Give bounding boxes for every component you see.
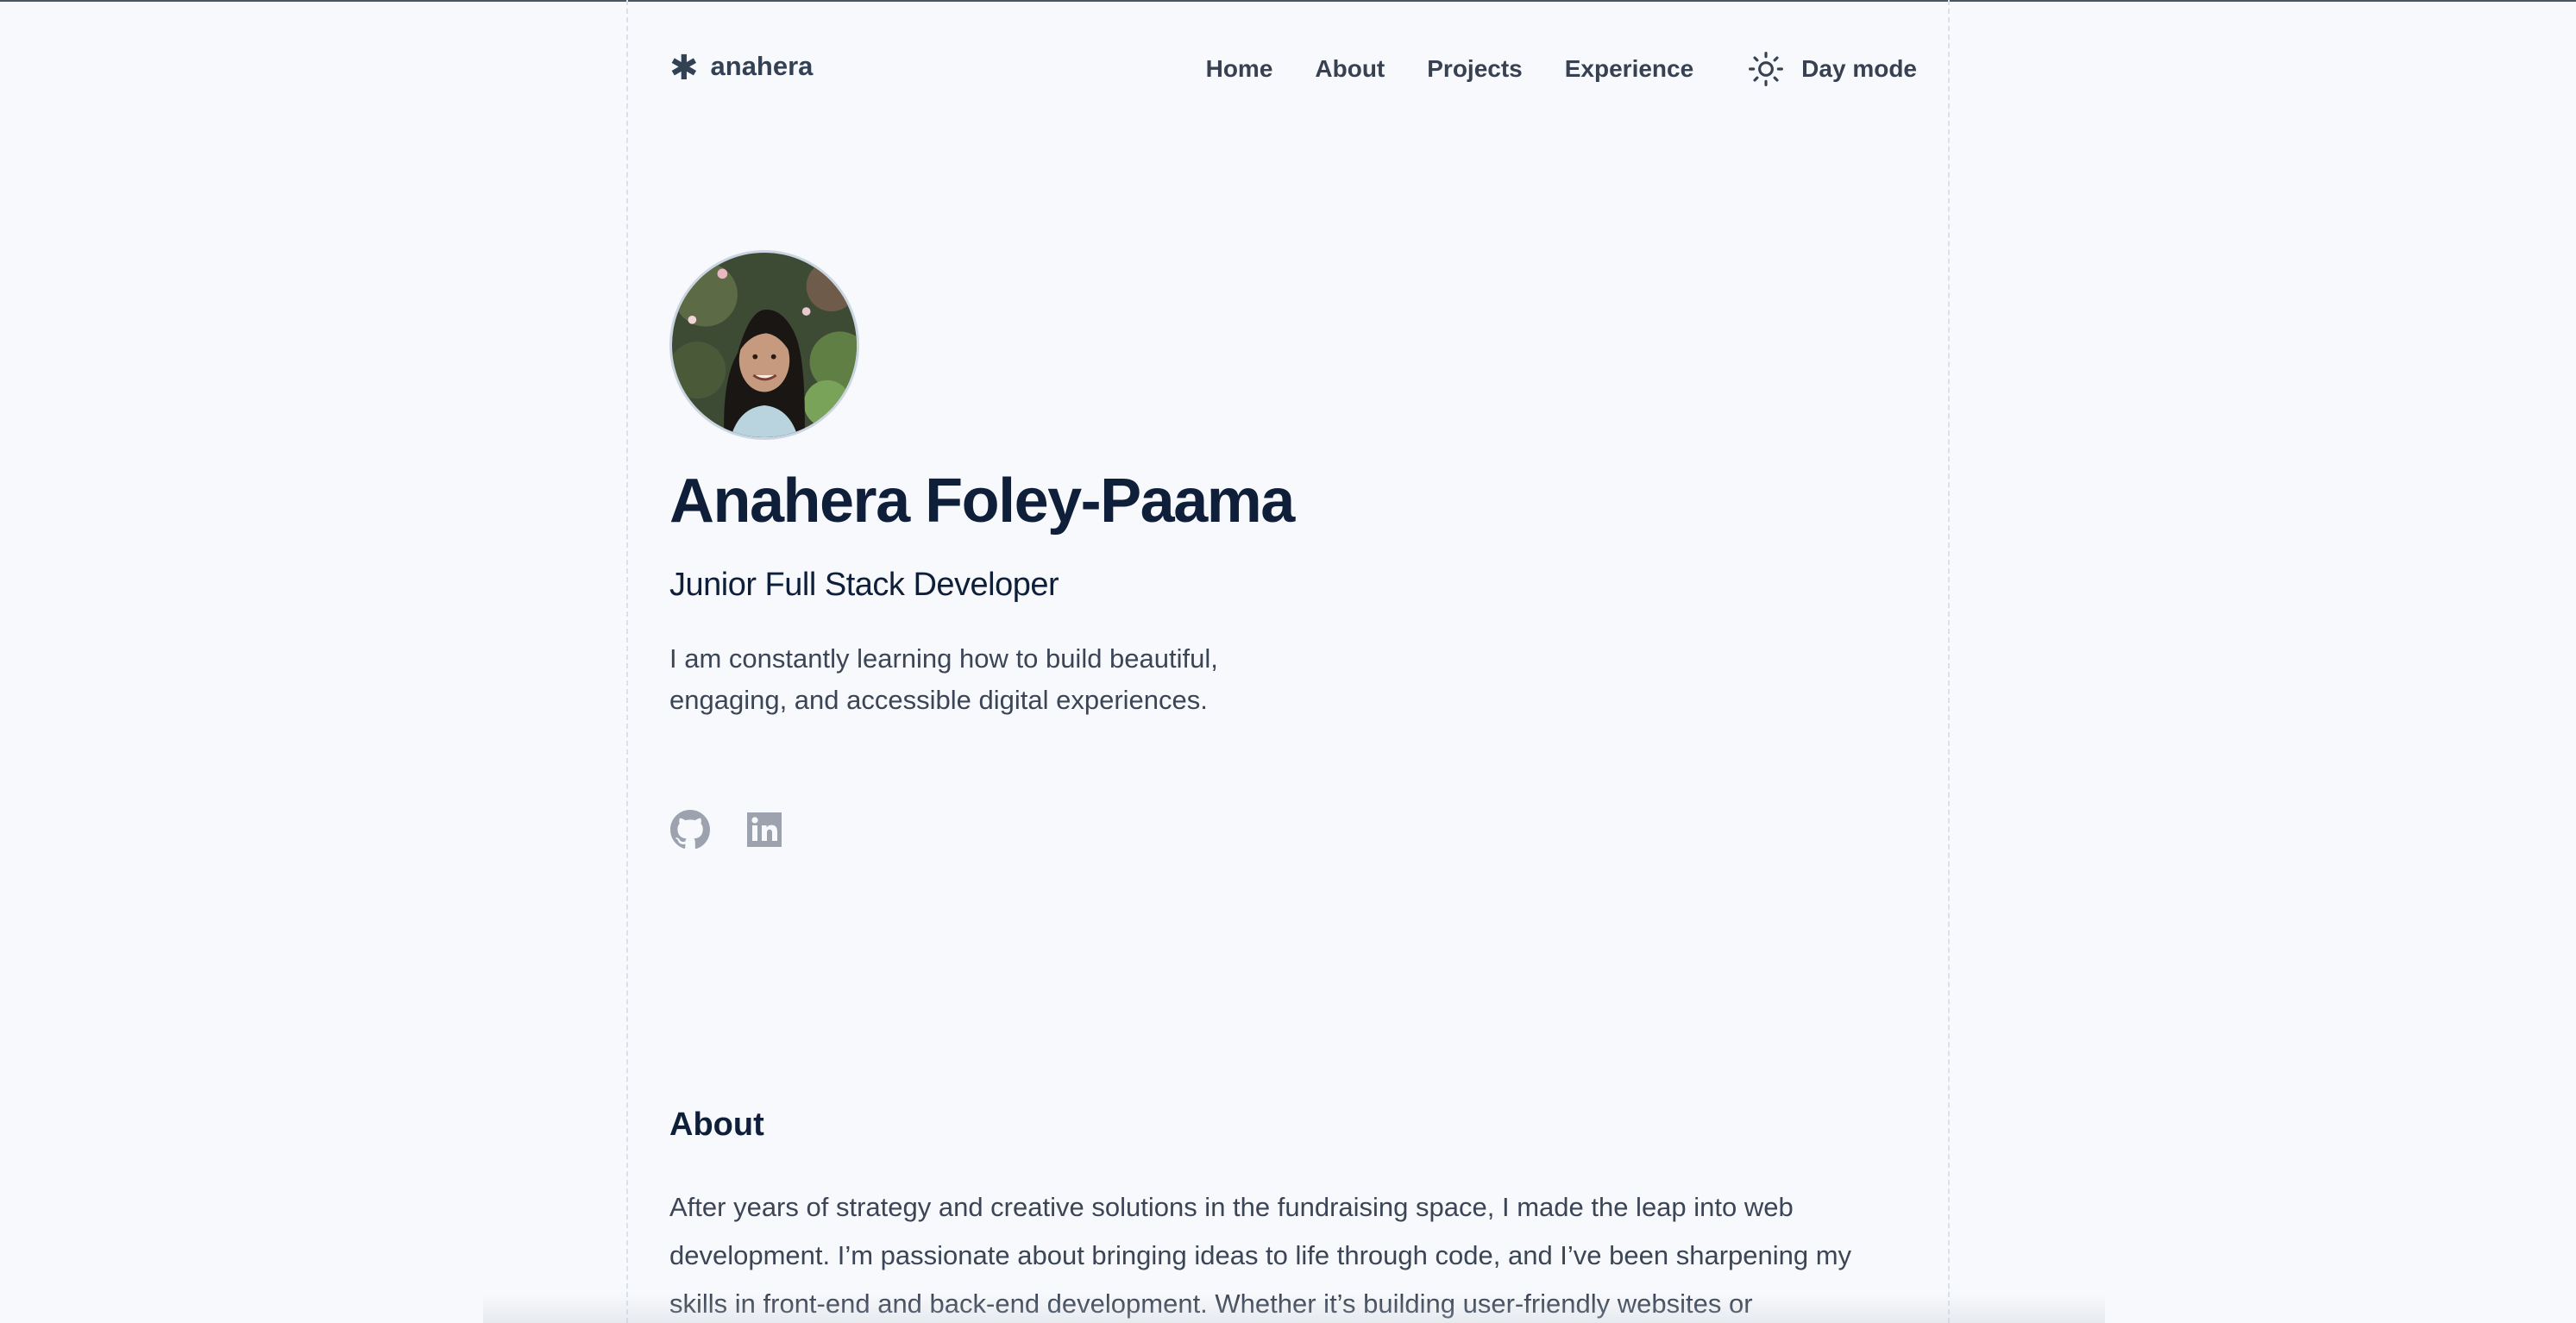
sun-icon [1749, 52, 1784, 86]
nav-home-link[interactable]: Home [1206, 55, 1273, 83]
social-links [669, 809, 785, 850]
nav-projects-link[interactable]: Projects [1427, 55, 1523, 83]
profile-photo [672, 253, 857, 437]
day-mode-label: Day mode [1801, 55, 1917, 82]
nav-experience-link[interactable]: Experience [1565, 55, 1693, 83]
site-header: ✱ anahera Home About Projects Experience [669, 45, 1917, 93]
asterisk-icon: ✱ [669, 49, 699, 87]
nav-about-link[interactable]: About [1315, 55, 1385, 83]
avatar [669, 250, 859, 440]
content-column: ✱ anahera Home About Projects Experience [626, 0, 1950, 1323]
page-title: Anahera Foley-Paama [669, 467, 1295, 536]
main-nav: Home About Projects Experience Day mode [1206, 51, 1917, 87]
job-title: Junior Full Stack Developer [669, 567, 1059, 603]
github-link[interactable] [669, 809, 711, 850]
linkedin-link[interactable] [744, 809, 785, 850]
about-text: After years of strategy and creative sol… [669, 1192, 1852, 1319]
day-mode-toggle[interactable]: Day mode [1748, 51, 1917, 87]
linkedin-icon [747, 812, 782, 847]
tagline: I am constantly learning how to build be… [669, 643, 1218, 715]
about-heading: About [669, 1107, 764, 1143]
brand-name: anahera [710, 51, 814, 81]
brand-logo-link[interactable]: ✱ anahera [669, 49, 814, 87]
content-inner: ✱ anahera Home About Projects Experience [669, 0, 1917, 1323]
github-icon [670, 810, 711, 850]
